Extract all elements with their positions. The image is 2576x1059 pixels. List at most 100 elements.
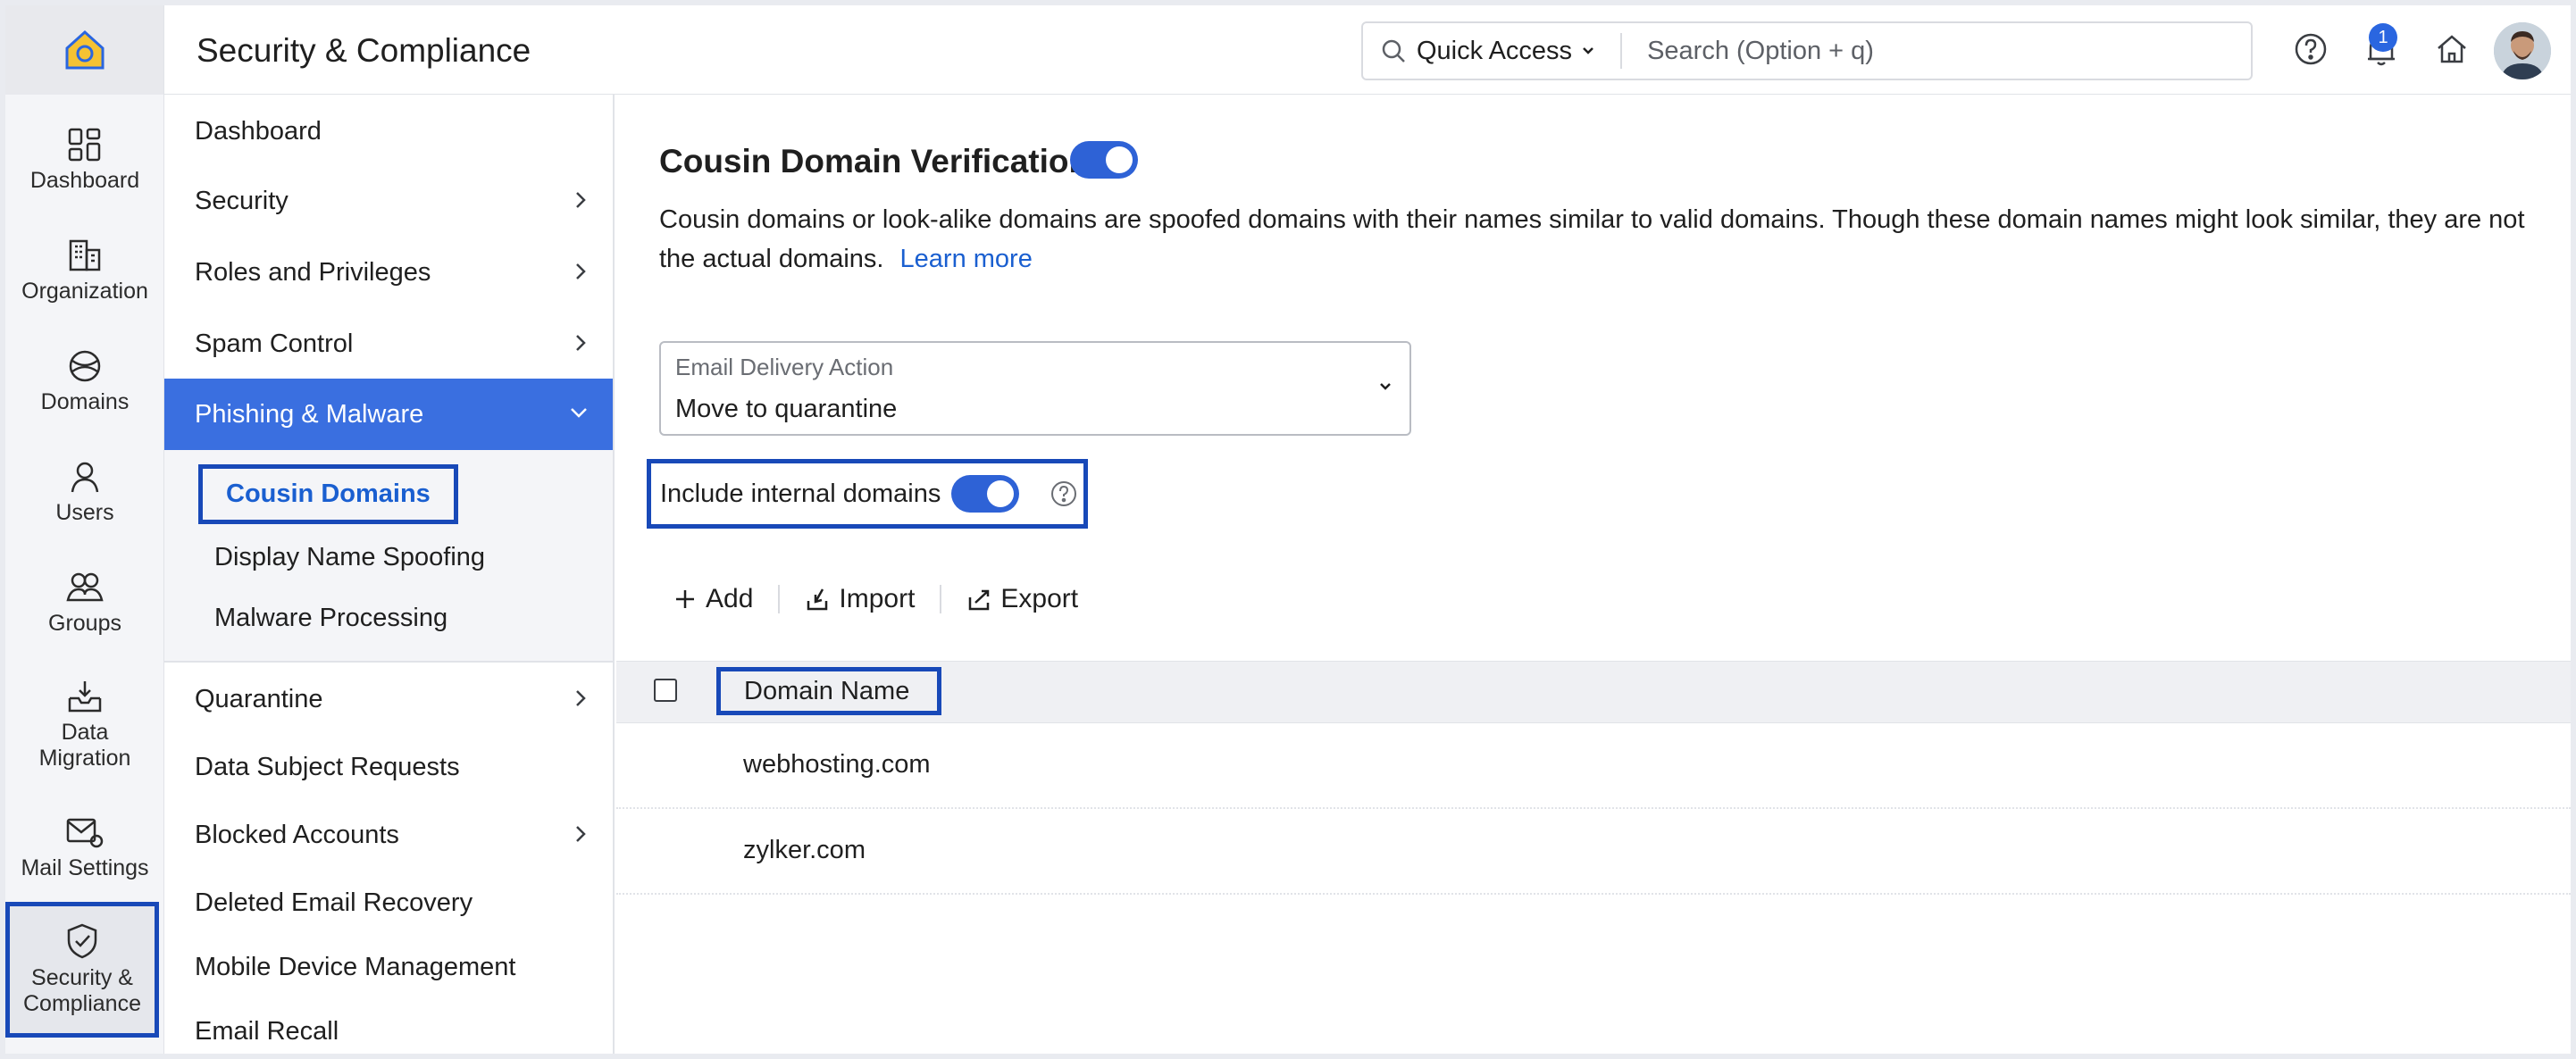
table-row[interactable]: zylker.com	[616, 809, 2571, 895]
page-description: Cousin domains or look-alike domains are…	[659, 200, 2544, 279]
email-delivery-action-select[interactable]: Email Delivery Action Move to quarantine	[659, 341, 1411, 436]
rail-label-mail-settings: Mail Settings	[21, 855, 149, 880]
user-avatar[interactable]	[2494, 22, 2551, 79]
menu-item-label: Phishing & Malware	[195, 399, 424, 429]
domain-cell: zylker.com	[743, 836, 866, 864]
menu-item-email-recall[interactable]: Email Recall	[164, 996, 613, 1054]
search-icon	[1382, 39, 1405, 63]
chevron-down-icon	[571, 408, 587, 418]
dashboard-icon	[68, 128, 101, 161]
add-label: Add	[706, 584, 754, 613]
chevron-right-icon	[576, 263, 586, 279]
help-icon[interactable]	[1050, 479, 1078, 508]
menu-item-phishing-malware[interactable]: Phishing & Malware	[164, 379, 613, 450]
menu-item-label: Dashboard	[195, 116, 322, 146]
chevron-down-icon	[1583, 47, 1593, 54]
menu-item-mobile-device-management[interactable]: Mobile Device Management	[164, 932, 613, 1002]
menu-item-deleted-email-recovery[interactable]: Deleted Email Recovery	[164, 868, 613, 938]
column-header-domain-name[interactable]: Domain Name	[716, 667, 941, 715]
notification-badge: 1	[2369, 23, 2397, 52]
menu-item-label: Roles and Privileges	[195, 257, 431, 287]
chevron-down-icon	[1380, 383, 1391, 390]
menu-item-quarantine[interactable]: Quarantine	[164, 664, 613, 734]
include-internal-label: Include internal domains	[660, 479, 941, 508]
menu-item-blocked-accounts[interactable]: Blocked Accounts	[164, 800, 613, 870]
submenu-item-display-name-spoofing[interactable]: Display Name Spoofing	[214, 543, 485, 572]
select-label: Email Delivery Action	[675, 354, 894, 380]
top-header: Security & Compliance Quick Access Searc…	[164, 5, 2571, 95]
rail-label-dashboard: Dashboard	[29, 167, 140, 193]
menu-item-label: Email Recall	[195, 1016, 339, 1046]
menu-item-roles-privileges[interactable]: Roles and Privileges	[164, 238, 613, 307]
import-button[interactable]: Import	[805, 584, 915, 614]
table-toolbar: Add Import Export	[673, 584, 1078, 614]
menu-item-label: Deleted Email Recovery	[195, 888, 473, 917]
menu-item-label: Quarantine	[195, 684, 323, 713]
rail-item-organization[interactable]: Organization	[5, 221, 164, 320]
menu-item-label: Security	[195, 186, 289, 215]
learn-more-link[interactable]: Learn more	[900, 245, 1033, 273]
rail-label-data-migration: Data Migration	[38, 720, 131, 771]
rail-item-dashboard[interactable]: Dashboard	[5, 111, 164, 209]
export-label: Export	[1000, 584, 1079, 613]
home-icon[interactable]	[2435, 32, 2469, 66]
quick-access-dropdown[interactable]: Quick Access	[1363, 33, 1623, 69]
domain-cell: webhosting.com	[743, 750, 931, 779]
help-icon[interactable]	[2294, 32, 2328, 66]
rail-label-domains: Domains	[40, 388, 130, 414]
rail-label-groups: Groups	[48, 610, 121, 636]
menu-item-label: Mobile Device Management	[195, 952, 516, 981]
menu-item-security[interactable]: Security	[164, 166, 613, 236]
include-internal-domains-setting: Include internal domains	[647, 459, 1088, 529]
cousin-domain-verification-toggle[interactable]	[1070, 141, 1138, 179]
app-window: Dashboard Organization Domains Users Gro…	[5, 5, 2571, 1054]
chevron-right-icon	[576, 826, 586, 842]
submenu-item-cousin-domains[interactable]: Cousin Domains	[198, 464, 458, 524]
user-icon	[71, 462, 99, 492]
quick-access-label: Quick Access	[1417, 36, 1573, 65]
mail-settings-icon	[66, 818, 104, 847]
rail-item-data-migration[interactable]: Data Migration	[5, 664, 164, 786]
menu-item-dashboard[interactable]: Dashboard	[164, 96, 613, 166]
main-content: Cousin Domain Verification Cousin domain…	[616, 95, 2571, 1054]
app-title: Security & Compliance	[197, 32, 531, 69]
menu-item-data-subject-requests[interactable]: Data Subject Requests	[164, 732, 613, 802]
settings-menu: Dashboard Security Roles and Privileges …	[164, 95, 615, 1054]
app-logo[interactable]	[5, 5, 163, 95]
table-row[interactable]: webhosting.com	[616, 723, 2571, 809]
app-rail: Dashboard Organization Domains Users Gro…	[5, 5, 164, 1054]
include-internal-domains-toggle[interactable]	[951, 475, 1019, 513]
rail-label-security-compliance: Security & Compliance	[22, 965, 141, 1016]
toolbar-divider	[940, 585, 942, 613]
submenu-item-malware-processing[interactable]: Malware Processing	[214, 604, 447, 633]
menu-item-label: Data Subject Requests	[195, 752, 460, 781]
rail-item-groups[interactable]: Groups	[5, 554, 164, 652]
table-header: Domain Name	[616, 661, 2571, 723]
menu-item-label: Blocked Accounts	[195, 820, 399, 849]
phishing-malware-submenu: Cousin Domains Display Name Spoofing Mal…	[164, 450, 613, 663]
menu-item-spam-control[interactable]: Spam Control	[164, 309, 613, 379]
export-button[interactable]: Export	[966, 584, 1078, 614]
rail-item-users[interactable]: Users	[5, 443, 164, 541]
add-button[interactable]: Add	[673, 584, 753, 614]
rail-label-organization: Organization	[21, 278, 148, 304]
logo-icon	[65, 29, 104, 70]
group-icon	[66, 572, 104, 601]
chevron-right-icon	[576, 690, 586, 706]
import-icon	[807, 588, 828, 611]
select-all-checkbox[interactable]	[654, 679, 677, 702]
rail-item-security-compliance[interactable]: Security & Compliance	[5, 902, 159, 1038]
import-label: Import	[839, 584, 916, 613]
toolbar-divider	[778, 585, 781, 613]
shield-check-icon	[67, 923, 97, 959]
plus-icon	[676, 590, 694, 608]
chevron-right-icon	[576, 192, 586, 208]
search-input[interactable]: Search (Option + q)	[1622, 37, 1874, 66]
select-value: Move to quarantine	[675, 395, 898, 423]
avatar-image	[2494, 22, 2551, 79]
rail-item-domains[interactable]: Domains	[5, 332, 164, 430]
rail-item-mail-settings[interactable]: Mail Settings	[5, 798, 164, 896]
rail-label-users: Users	[55, 499, 114, 525]
data-migration-icon	[68, 681, 102, 713]
search-bar[interactable]: Quick Access Search (Option + q)	[1361, 21, 2253, 80]
